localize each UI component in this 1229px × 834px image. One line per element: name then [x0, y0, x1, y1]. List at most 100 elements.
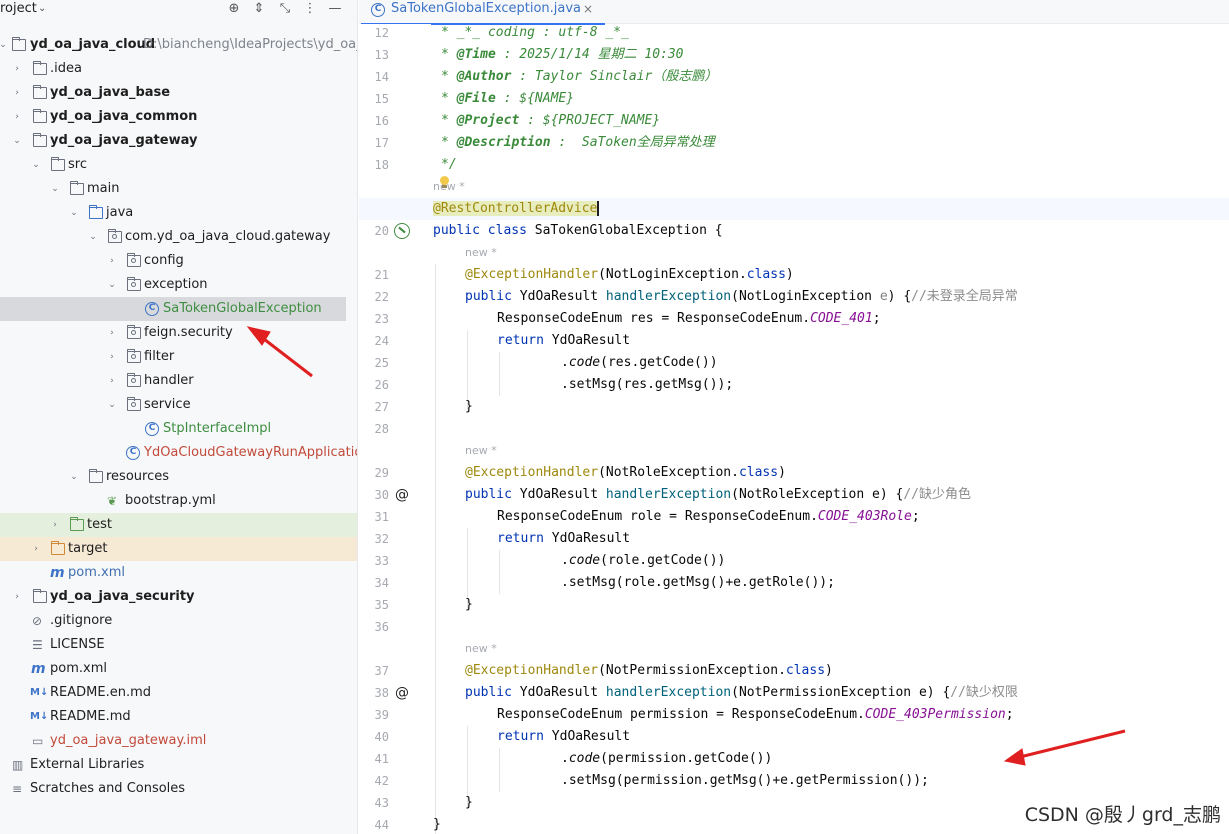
tree-item-root-pom[interactable]: m pom.xml — [0, 657, 357, 681]
tree-item-java[interactable]: ⌄ java — [0, 201, 357, 225]
chevron-right-icon[interactable]: › — [10, 57, 24, 81]
locate-icon[interactable]: ⊕ — [225, 0, 243, 18]
tree-item-label: target — [68, 541, 108, 556]
gitignore-icon: ⊘ — [32, 614, 43, 628]
tree-item-handler[interactable]: › handler — [0, 369, 357, 393]
chevron-down-icon[interactable]: ⌄ — [0, 33, 10, 57]
spring-bean-icon[interactable] — [394, 223, 410, 239]
tree-item-idea[interactable]: › .idea — [0, 57, 357, 81]
editor-gutter[interactable]: 12 13 14 15 16 17 18 19 20 21 22 23 24 2… — [359, 24, 431, 834]
chevron-right-icon[interactable]: › — [10, 105, 24, 129]
tree-item-yd-oa-java-gateway[interactable]: ⌄ yd_oa_java_gateway — [0, 129, 357, 153]
chevron-down-icon[interactable]: ⌄ — [86, 225, 100, 249]
tree-item-src[interactable]: ⌄ src — [0, 153, 357, 177]
module-folder-icon — [33, 589, 47, 603]
tree-item-package-gateway[interactable]: ⌄ com.yd_oa_java_cloud.gateway — [0, 225, 357, 249]
tree-item-external-libraries[interactable]: ▥ External Libraries — [0, 753, 357, 777]
code-line-35: } — [465, 597, 473, 612]
tree-item-test[interactable]: › test — [0, 513, 357, 537]
code-line-26: .setMsg(res.getMsg()); — [561, 377, 734, 392]
line-number: 40 — [374, 730, 389, 744]
line-number: 39 — [374, 708, 389, 722]
tree-item-label: pom.xml — [50, 661, 107, 676]
chevron-down-icon[interactable]: ⌄ — [38, 0, 52, 18]
tree-item-readme[interactable]: M↓ README.md — [0, 705, 357, 729]
usage-hint[interactable]: new * — [465, 243, 497, 263]
chevron-right-icon[interactable]: › — [10, 585, 24, 609]
tree-item-yd-oa-java-common[interactable]: › yd_oa_java_common — [0, 105, 357, 129]
tree-item-bootstrap-yml[interactable]: ❦ bootstrap.yml — [0, 489, 357, 513]
line-number: 34 — [374, 576, 389, 590]
chevron-down-icon[interactable]: ⌄ — [105, 273, 119, 297]
code-line-40: return YdOaResult — [497, 726, 630, 748]
line-number: 43 — [374, 796, 389, 810]
tree-item-service[interactable]: ⌄ service — [0, 393, 357, 417]
tree-item-gateway-run-application[interactable]: C YdOaCloudGatewayRunApplication — [0, 441, 357, 465]
chevron-down-icon[interactable]: ⌄ — [105, 393, 119, 417]
at-annotation-icon[interactable]: @ — [394, 487, 410, 503]
line-comment: //缺少权限 — [950, 685, 1018, 700]
text-file-icon: ☰ — [32, 638, 43, 652]
tree-item-stpinterfaceimpl[interactable]: C StpInterfaceImpl — [0, 417, 357, 441]
tree-item-gitignore[interactable]: ⊘ .gitignore — [0, 609, 357, 633]
chevron-right-icon[interactable]: › — [105, 369, 119, 393]
code-text: ; — [1005, 707, 1014, 722]
tree-item-main[interactable]: ⌄ main — [0, 177, 357, 201]
tree-item-config[interactable]: › config — [0, 249, 357, 273]
tree-item-scratches[interactable]: ≡ Scratches and Consoles — [0, 777, 357, 801]
chevron-right-icon[interactable]: › — [105, 345, 119, 369]
hide-icon[interactable]: — — [326, 0, 344, 18]
tree-item-yd-oa-java-base[interactable]: › yd_oa_java_base — [0, 81, 357, 105]
keyword: public — [465, 289, 512, 304]
line-number: 33 — [374, 554, 389, 568]
static-field: CODE_403Role — [817, 509, 912, 524]
tree-item-yd-oa-java-security[interactable]: › yd_oa_java_security — [0, 585, 357, 609]
lightbulb-icon[interactable] — [439, 176, 449, 188]
code-text: ) — [825, 663, 833, 678]
tree-item-feign-security[interactable]: › feign.security — [0, 321, 357, 345]
code-line-25: .code(res.getCode()) — [561, 352, 718, 374]
close-icon[interactable]: × — [583, 0, 593, 18]
tree-item-filter[interactable]: › filter — [0, 345, 357, 369]
method-name: handlerException — [605, 487, 732, 502]
tree-item-yd-oa-java-cloud[interactable]: ⌄ yd_oa_java_cloud D:\biancheng\IdeaProj… — [0, 33, 357, 57]
chevron-down-icon[interactable]: ⌄ — [67, 201, 81, 225]
chevron-right-icon[interactable]: › — [48, 513, 62, 537]
chevron-right-icon[interactable]: › — [105, 249, 119, 273]
expand-all-icon[interactable]: ⇕ — [250, 0, 268, 18]
code-text: . — [561, 751, 569, 766]
chevron-down-icon[interactable]: ⌄ — [48, 177, 62, 201]
keyword: public — [465, 685, 512, 700]
editor-tab-satokenglobalexception[interactable]: C SaTokenGlobalException.java × — [359, 0, 605, 25]
tree-item-gateway-pom[interactable]: m pom.xml — [0, 561, 357, 585]
tree-item-license[interactable]: ☰ LICENSE — [0, 633, 357, 657]
yaml-file-icon: ❦ — [107, 494, 118, 508]
tree-item-exception[interactable]: ⌄ exception — [0, 273, 357, 297]
tree-item-satokenglobalexception[interactable]: C SaTokenGlobalException — [0, 297, 346, 321]
tree-item-target[interactable]: › target — [0, 537, 357, 561]
usage-hint[interactable]: new * — [465, 639, 497, 659]
tree-item-readme-en[interactable]: M↓ README.en.md — [0, 681, 357, 705]
doc-tag: @Project — [456, 113, 520, 128]
code-line-42: .setMsg(permission.getMsg()+e.getPermiss… — [561, 773, 929, 788]
tree-item-gateway-iml[interactable]: ▭ yd_oa_java_gateway.iml — [0, 729, 357, 753]
code-text: YdOaResult — [511, 685, 606, 700]
at-annotation-icon[interactable]: @ — [394, 685, 410, 701]
usage-hint[interactable]: new * — [465, 441, 497, 461]
package-icon — [127, 277, 141, 291]
project-title[interactable]: roject — [0, 0, 37, 18]
keyword: public class — [433, 223, 527, 238]
markdown-icon: M↓ — [30, 687, 49, 698]
tree-item-resources[interactable]: ⌄ resources — [0, 465, 357, 489]
chevron-right-icon[interactable]: › — [105, 321, 119, 345]
chevron-right-icon[interactable]: › — [29, 537, 43, 561]
code-line-21: @ExceptionHandler(NotLoginException.clas… — [465, 264, 794, 286]
collapse-all-icon[interactable]: ⤡ — [276, 0, 294, 18]
options-icon[interactable]: ⋮ — [301, 0, 319, 18]
code-text-area[interactable]: * _*_ coding : utf-8 _*_ * @Time : 2025/… — [359, 24, 1229, 834]
chevron-down-icon[interactable]: ⌄ — [29, 153, 43, 177]
chevron-right-icon[interactable]: › — [10, 81, 24, 105]
chevron-down-icon[interactable]: ⌄ — [67, 465, 81, 489]
chevron-down-icon[interactable]: ⌄ — [10, 129, 24, 153]
line-number: 13 — [374, 48, 389, 62]
